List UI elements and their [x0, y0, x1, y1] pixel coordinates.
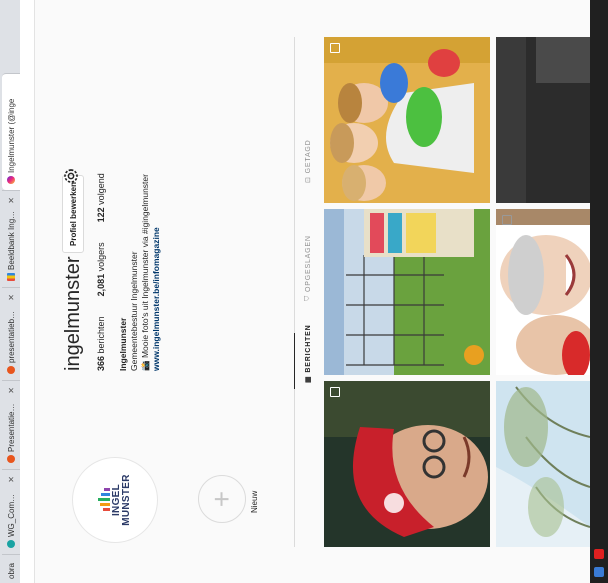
tab-title: presentatiebeeldban — [6, 307, 16, 363]
bio-name: Ingelmunster — [118, 317, 128, 371]
favicon-icon — [7, 540, 15, 548]
camera-emoji-icon: 📸 — [140, 360, 150, 371]
instagram-favicon-icon — [7, 176, 15, 184]
close-icon[interactable]: ✕ — [7, 476, 16, 483]
tab-title: Beeldbank Ingelmunster — [6, 210, 16, 270]
os-taskbar — [590, 0, 608, 583]
logo-line-2: MUNSTER — [121, 474, 132, 526]
favicon-icon — [7, 455, 15, 463]
tab-title: Ingelmunster (@inge — [6, 98, 16, 173]
new-highlight-label: Nieuw — [250, 490, 259, 513]
followers-count: 2,081 — [96, 273, 106, 297]
settings-gear-icon[interactable] — [62, 167, 80, 185]
plus-icon: + — [206, 490, 237, 508]
tabs-divider — [294, 37, 295, 547]
grid-icon: ▦ — [305, 375, 312, 383]
post-thumbnail[interactable] — [496, 381, 590, 547]
logo-bars-icon — [98, 488, 110, 512]
post-thumbnail[interactable] — [324, 381, 490, 547]
tab-title: obra — [6, 562, 16, 579]
edit-profile-button[interactable]: Profiel bewerken — [62, 174, 84, 253]
following-stat[interactable]: 122 volgend — [96, 173, 106, 222]
favicon-icon — [7, 366, 15, 374]
post-thumbnail[interactable] — [324, 209, 490, 375]
bio-line-2: 📸 Mooie foto's uit Ingelmunster via #igi… — [140, 174, 151, 371]
close-icon[interactable]: ✕ — [7, 294, 16, 301]
rotated-screenshot: obra WG_Communicatie - ✕ Presentatiegeme… — [0, 0, 608, 583]
profile-stats: 366 berichten 2,081 volgers 122 volgend — [96, 173, 106, 371]
tab-title: WG_Communicatie - — [6, 489, 16, 537]
following-label: volgend — [96, 173, 106, 205]
windows-start-icon[interactable] — [594, 567, 604, 577]
new-highlight-button[interactable]: + — [198, 475, 246, 523]
multiple-photos-icon — [330, 43, 340, 53]
profile-avatar[interactable]: INGEL MUNSTER — [72, 457, 158, 543]
post-image-boy-red-cap — [324, 381, 490, 547]
close-icon[interactable]: ✕ — [7, 387, 16, 394]
bio-line-2-text: Mooie foto's uit Ingelmunster via #iging… — [140, 174, 150, 359]
browser-tab-2[interactable]: Presentatiegemeenten ✕ — [2, 380, 20, 469]
tab-posts[interactable]: ▦ BERICHTEN — [304, 324, 313, 383]
browser-tab-5-active[interactable]: Ingelmunster (@inge — [2, 73, 20, 190]
acrobat-app-icon[interactable] — [594, 549, 604, 559]
profile-username: ingelmunster — [62, 256, 84, 371]
browser-tab-bar: obra WG_Communicatie - ✕ Presentatiegeme… — [0, 0, 20, 583]
bio-link[interactable]: www.ingelmunster.be/infomagazine — [151, 174, 162, 371]
profile-bio: Ingelmunster Gemeentebestuur Ingelmunste… — [118, 174, 162, 371]
close-icon[interactable]: ✕ — [7, 197, 16, 204]
posts-stat[interactable]: 366 berichten — [96, 316, 106, 371]
post-thumbnail[interactable] — [324, 37, 490, 203]
followers-stat[interactable]: 2,081 volgers — [96, 242, 106, 296]
tab-saved-label: OPGESLAGEN — [304, 235, 312, 292]
post-thumbnail[interactable] — [496, 37, 590, 203]
tab-tagged-label: GETAGD — [304, 139, 312, 174]
post-image-children-plush — [324, 37, 490, 203]
posts-count: 366 — [96, 355, 106, 371]
post-thumbnail[interactable] — [496, 209, 590, 375]
bio-line-1: Gemeentebestuur Ingelmunster — [129, 251, 139, 371]
posts-label: berichten — [96, 316, 106, 354]
favicon-icon — [7, 273, 15, 281]
browser-tab-3[interactable]: presentatiebeeldban ✕ — [2, 287, 20, 380]
multiple-photos-icon — [330, 387, 340, 397]
browser-tab-4[interactable]: Beeldbank Ingelmunster ✕ — [2, 190, 20, 287]
tab-title: Presentatiegemeenten — [6, 400, 16, 452]
tag-icon: ⊡ — [305, 176, 312, 183]
browser-nav-bar — [20, 0, 35, 583]
following-count: 122 — [96, 207, 106, 223]
post-image-dark — [496, 37, 590, 203]
tab-tagged[interactable]: ⊡ GETAGD — [304, 139, 313, 183]
bookmark-icon: ⛉ — [304, 294, 311, 301]
followers-label: volgers — [96, 242, 106, 272]
browser-tab-0[interactable]: obra — [2, 554, 20, 583]
tab-saved[interactable]: ⛉ OPGESLAGEN — [304, 235, 312, 301]
active-tab-indicator — [294, 333, 295, 389]
tab-posts-label: BERICHTEN — [304, 324, 312, 373]
post-image-smiling-kids — [496, 209, 590, 375]
browser-tab-1[interactable]: WG_Communicatie - ✕ — [2, 469, 20, 554]
multiple-photos-icon — [502, 215, 512, 225]
post-image-fence-garden — [324, 209, 490, 375]
post-image-trees-sky — [496, 381, 590, 547]
